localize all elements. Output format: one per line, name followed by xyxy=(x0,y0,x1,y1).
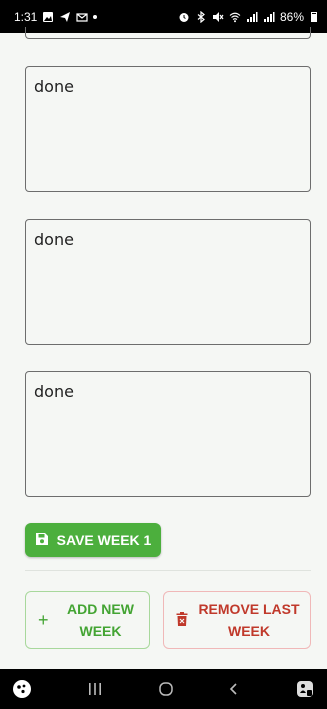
alarm-icon xyxy=(178,11,190,23)
save-week-label: SAVE WEEK 1 xyxy=(56,532,152,548)
battery-icon xyxy=(311,11,317,22)
note-field[interactable]: done xyxy=(25,371,311,497)
status-right: 86% xyxy=(178,10,317,24)
battery-percent: 86% xyxy=(279,9,304,24)
save-icon xyxy=(35,532,49,549)
add-new-week-button[interactable]: + ADD NEW WEEK xyxy=(25,591,150,649)
app-screen: 1:31 86% done done done SAVE WEEK 1 + AD… xyxy=(0,0,327,709)
accessibility-icon[interactable] xyxy=(295,679,315,699)
status-time: 1:31 xyxy=(14,9,38,24)
remove-label-line2: WEEK xyxy=(228,623,270,639)
trash-icon xyxy=(176,611,188,629)
notification-dot xyxy=(93,14,98,19)
week-content[interactable]: done done done SAVE WEEK 1 + ADD NEW WEE… xyxy=(0,27,327,669)
mute-icon xyxy=(212,11,224,23)
home-icon[interactable] xyxy=(158,681,174,697)
add-label-line2: WEEK xyxy=(79,623,122,639)
status-left: 1:31 xyxy=(14,9,98,24)
plus-icon: + xyxy=(38,609,49,630)
bluetooth-icon xyxy=(195,10,207,23)
send-icon xyxy=(59,11,71,23)
recent-apps-icon[interactable] xyxy=(87,682,103,696)
back-icon[interactable] xyxy=(228,682,240,696)
note-field[interactable]: done xyxy=(25,219,311,345)
add-label-line1: ADD NEW xyxy=(67,601,134,617)
note-field[interactable]: done xyxy=(25,66,311,192)
note-field-value: done xyxy=(34,230,74,249)
note-field-value: done xyxy=(34,77,74,96)
save-week-button[interactable]: SAVE WEEK 1 xyxy=(25,523,161,557)
mail-icon xyxy=(76,11,88,23)
signal-icon xyxy=(246,11,258,23)
remove-label-line1: REMOVE LAST xyxy=(198,601,300,617)
add-new-week-label: ADD NEW WEEK xyxy=(52,598,149,642)
remove-last-week-button[interactable]: REMOVE LAST WEEK xyxy=(163,591,311,649)
image-icon xyxy=(42,11,54,23)
note-field-value: done xyxy=(34,382,74,401)
signal-icon xyxy=(263,11,275,23)
wifi-icon xyxy=(229,11,241,23)
remove-last-week-label: REMOVE LAST WEEK xyxy=(188,598,310,642)
assistant-icon[interactable] xyxy=(12,679,32,699)
divider xyxy=(25,570,311,571)
navigation-bar xyxy=(0,669,327,709)
previous-note-field[interactable] xyxy=(25,27,311,39)
